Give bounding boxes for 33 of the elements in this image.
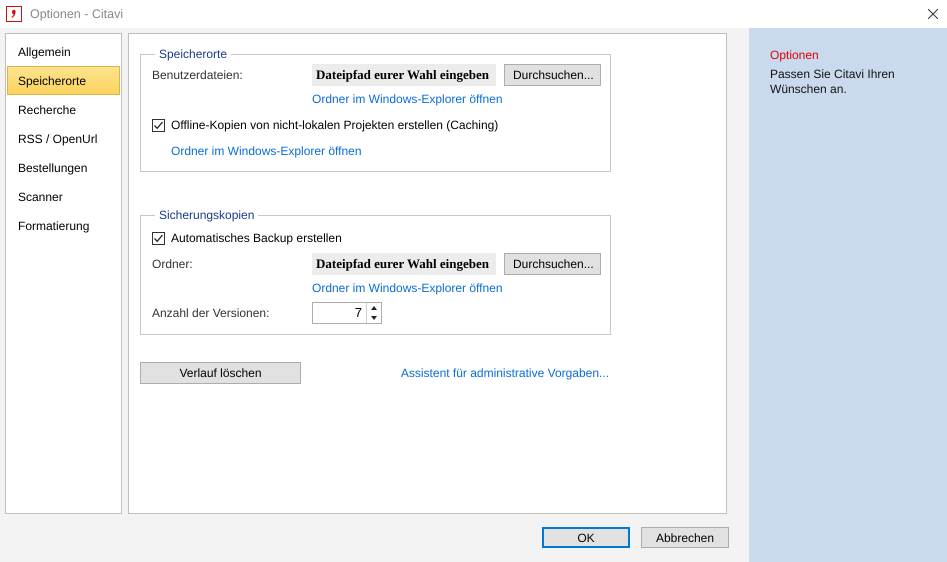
field-label: Benutzerdateien: — [152, 68, 244, 82]
clear-history-button[interactable]: Verlauf löschen — [140, 362, 301, 384]
browse-button[interactable]: Durchsuchen... — [504, 64, 601, 86]
explorer-link[interactable]: Ordner im Windows-Explorer öffnen — [171, 144, 362, 158]
sidebar-item[interactable]: Scanner — [7, 182, 120, 211]
group-title: Speicherorte — [158, 47, 228, 61]
checkbox[interactable] — [152, 118, 165, 132]
sidebar-item[interactable]: Allgemein — [7, 37, 120, 66]
sidebar-item[interactable]: Formatierung — [7, 211, 120, 240]
checkbox-label: Offline-Kopien von nicht-lokalen Projekten erstellen (Caching) — [171, 118, 498, 132]
dialog-button[interactable]: Abbrechen — [641, 527, 729, 548]
sidebar-item[interactable]: Speicherorte — [7, 66, 120, 95]
sidebar-item[interactable]: RSS / OpenUrl — [7, 124, 120, 153]
group-title: Sicherungskopien — [158, 208, 256, 222]
field-label: Anzahl der Versionen: — [152, 306, 270, 320]
info-title: Optionen — [770, 48, 820, 62]
close-icon[interactable] — [928, 9, 938, 19]
path-field[interactable]: Dateipfad eurer Wahl eingeben — [312, 64, 496, 86]
path-field[interactable]: Dateipfad eurer Wahl eingeben — [312, 253, 496, 275]
checkbox-label: Automatisches Backup erstellen — [171, 231, 342, 245]
browse-button[interactable]: Durchsuchen... — [504, 253, 601, 275]
sidebar-item[interactable]: Recherche — [7, 95, 120, 124]
window-title: Optionen - Citavi — [30, 7, 124, 21]
sidebar-item[interactable]: Bestellungen — [7, 153, 120, 182]
dialog-button[interactable]: OK — [542, 527, 630, 548]
number-spinner[interactable]: 7 — [312, 302, 382, 324]
app-logo-icon — [6, 6, 22, 22]
checkbox[interactable] — [152, 232, 165, 244]
field-label: Ordner: — [152, 257, 194, 271]
admin-assistant-link[interactable]: Assistent für administrative Vorgaben... — [400, 366, 609, 380]
explorer-link[interactable]: Ordner im Windows-Explorer öffnen — [312, 92, 503, 106]
info-text: Passen Sie Citavi Ihren Wünschen an. — [770, 67, 896, 97]
explorer-link[interactable]: Ordner im Windows-Explorer öffnen — [312, 281, 503, 295]
